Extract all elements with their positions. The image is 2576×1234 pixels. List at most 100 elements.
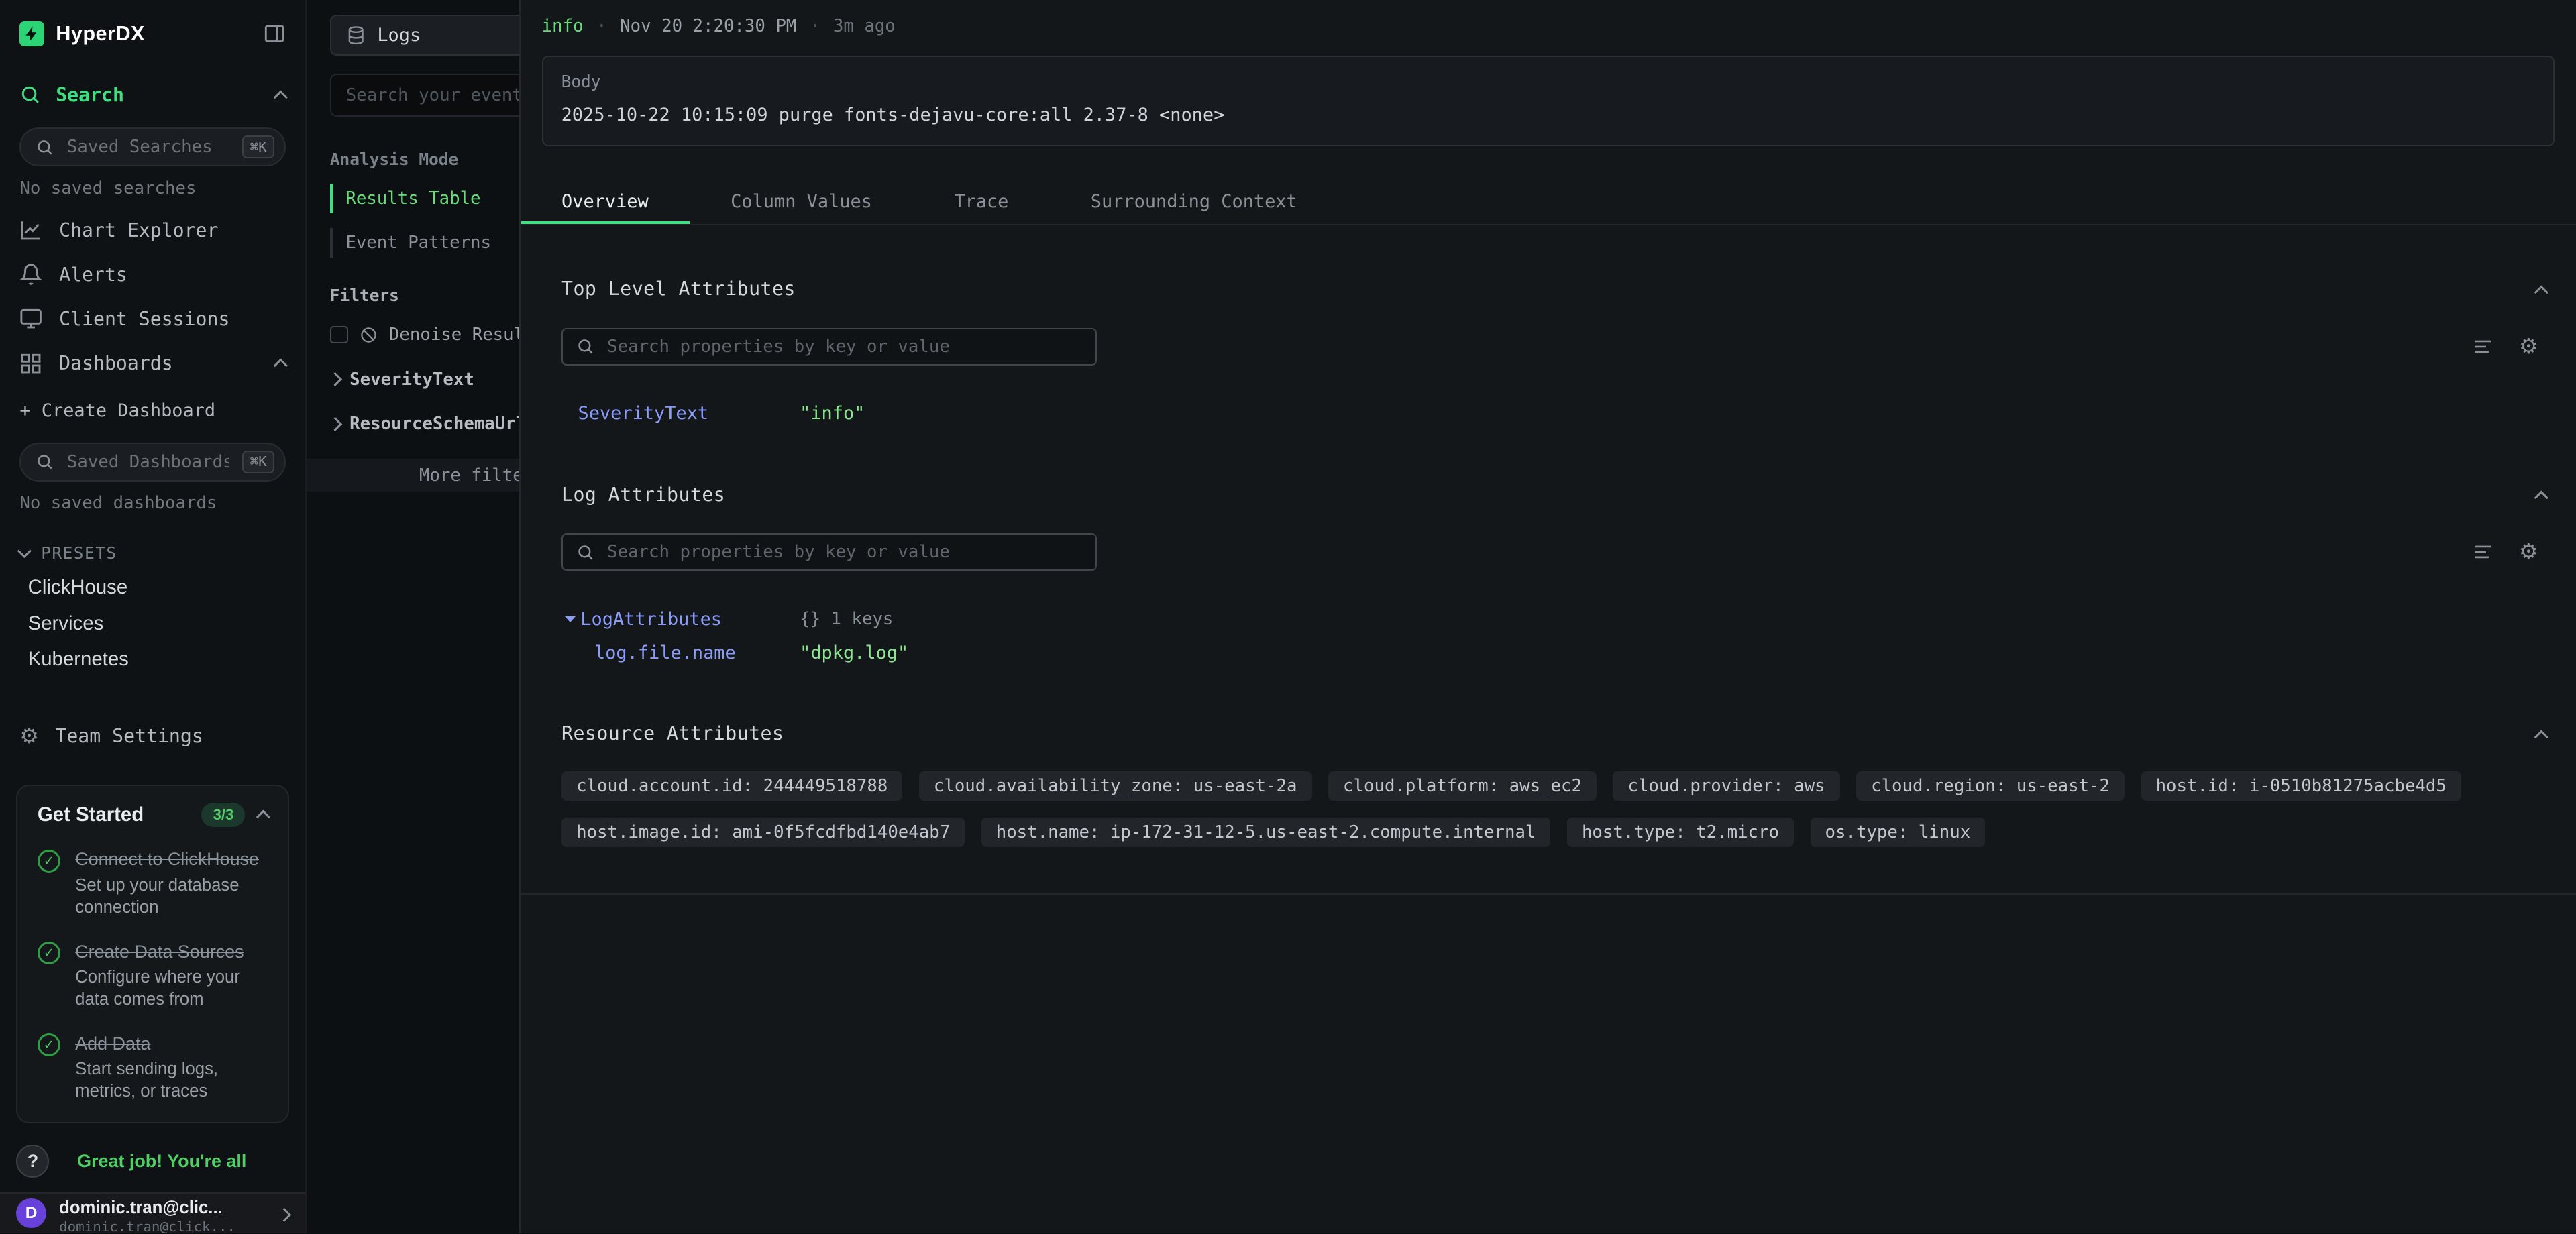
saved-searches-input[interactable] — [64, 135, 232, 159]
property-search[interactable] — [561, 328, 1097, 366]
denoise-label: Denoise Resul — [389, 325, 519, 345]
preset-item-services[interactable]: Services — [0, 605, 305, 641]
resource-pill[interactable]: os.type: linux — [1811, 818, 1986, 848]
property-search-input[interactable] — [604, 335, 1083, 358]
brand-name: HyperDX — [56, 22, 251, 46]
resource-pill[interactable]: cloud.availability_zone: us-east-2a — [919, 771, 1312, 801]
filter-group-label: ResourceSchemaUrl — [350, 414, 519, 434]
get-started-footer-text: Great job! You're all — [77, 1151, 246, 1172]
presets-label: PRESETS — [41, 543, 117, 563]
sidebar-item-team-settings[interactable]: ⚙ Team Settings — [0, 714, 305, 759]
presets-toggle[interactable]: PRESETS — [0, 523, 305, 569]
sidebar-item-client-sessions[interactable]: Client Sessions — [0, 297, 305, 341]
saved-searches-search[interactable]: ⌘K — [19, 127, 286, 167]
gear-icon[interactable]: ⚙ — [2519, 336, 2538, 357]
sidebar-item-dashboards[interactable]: Dashboards — [0, 341, 305, 386]
get-started-footer-row: ? Great job! You're all — [0, 1123, 305, 1187]
saved-dashboards-input[interactable] — [64, 451, 232, 474]
get-started-title: Get Started — [38, 803, 189, 826]
property-search[interactable] — [561, 533, 1097, 571]
get-started-header[interactable]: Get Started 3/3 — [38, 803, 268, 827]
attribute-value[interactable]: "dpkg.log" — [800, 642, 2555, 663]
attribute-tree-root[interactable]: LogAttributes {} 1 keys — [561, 602, 2555, 636]
preset-item-clickhouse[interactable]: ClickHouse — [0, 569, 305, 605]
event-search-input[interactable] — [330, 74, 519, 117]
search-icon — [36, 138, 54, 156]
nav-label: Client Sessions — [59, 308, 229, 330]
event-timestamp: Nov 20 2:20:30 PM — [620, 16, 796, 36]
attribute-row[interactable]: SeverityText "info" — [561, 397, 2555, 431]
bell-icon — [19, 263, 42, 286]
body-text: 2025-10-22 10:15:09 purge fonts-dejavu-c… — [561, 105, 2536, 125]
search-filter-panel: Logs Analysis Mode Results Table Event P… — [305, 0, 519, 1233]
hyperdx-logo-icon — [19, 21, 44, 46]
get-started-item[interactable]: ✓ Create Data Sources Configure where yo… — [38, 940, 268, 1011]
filter-group-severitytext[interactable]: SeverityText — [330, 370, 519, 390]
detail-tabs: Overview Column Values Trace Surrounding… — [521, 182, 2576, 225]
resource-pill[interactable]: host.name: ip-172-31-12-5.us-east-2.comp… — [981, 818, 1551, 848]
top-level-attributes-section: Top Level Attributes ⚙ — [521, 278, 2576, 431]
sidebar-item-chart-explorer[interactable]: Chart Explorer — [0, 208, 305, 252]
root-key-label[interactable]: LogAttributes — [580, 609, 722, 630]
separator-dot: · — [810, 16, 820, 36]
app-window: HyperDX Search ⌘K No saved searches — [0, 0, 2576, 1233]
resource-pill[interactable]: host.id: i-0510b81275acbe4d5 — [2141, 771, 2461, 801]
separator-dot: · — [596, 16, 606, 36]
resource-pill[interactable]: cloud.provider: aws — [1613, 771, 1839, 801]
filter-group-resourceschemaurl[interactable]: ResourceSchemaUrl — [330, 414, 519, 434]
tab-surrounding-context[interactable]: Surrounding Context — [1050, 182, 1338, 224]
sidebar-item-alerts[interactable]: Alerts — [0, 252, 305, 296]
sidebar-section-search[interactable]: Search — [0, 72, 305, 117]
mode-results-table[interactable]: Results Table — [330, 184, 519, 213]
attribute-key[interactable]: SeverityText — [561, 403, 800, 424]
mode-event-patterns[interactable]: Event Patterns — [330, 228, 519, 258]
attribute-value[interactable]: "info" — [800, 403, 2555, 424]
denoise-results-toggle[interactable]: Denoise Resul — [330, 325, 519, 345]
check-circle-icon: ✓ — [38, 850, 60, 873]
severity-badge: info — [542, 16, 584, 36]
line-wrap-icon[interactable] — [2473, 336, 2494, 357]
get-started-item[interactable]: ✓ Connect to ClickHouse Set up your data… — [38, 848, 268, 918]
saved-dashboards-search[interactable]: ⌘K — [19, 443, 286, 482]
search-icon — [19, 84, 41, 105]
resource-pill[interactable]: host.type: t2.micro — [1567, 818, 1794, 848]
tab-overview[interactable]: Overview — [521, 182, 690, 224]
resource-pill[interactable]: cloud.account.id: 244449518788 — [561, 771, 902, 801]
source-selector-button[interactable]: Logs — [330, 15, 519, 56]
attribute-key[interactable]: log.file.name — [561, 642, 800, 663]
filters-label: Filters — [330, 286, 519, 305]
user-texts: dominic.tran@clic... dominic.tran@click.… — [59, 1198, 266, 1233]
attribute-row[interactable]: log.file.name "dpkg.log" — [561, 636, 2555, 671]
nav-label: Dashboards — [59, 352, 260, 374]
resource-attributes-section: Resource Attributes cloud.account.id: 24… — [521, 722, 2576, 847]
create-dashboard-button[interactable]: + Create Dashboard — [0, 386, 305, 433]
search-icon — [576, 337, 594, 355]
chevron-right-icon — [328, 417, 342, 431]
resource-pill[interactable]: cloud.region: us-east-2 — [1856, 771, 2125, 801]
help-button[interactable]: ? — [16, 1145, 49, 1178]
nav-label: Chart Explorer — [59, 219, 218, 241]
denoise-checkbox[interactable] — [330, 326, 348, 344]
user-menu[interactable]: D dominic.tran@clic... dominic.tran@clic… — [0, 1192, 305, 1233]
property-search-input[interactable] — [604, 541, 1083, 564]
collapse-sidebar-icon[interactable] — [263, 22, 286, 45]
more-filters-button[interactable]: More filte — [307, 459, 519, 492]
check-circle-icon: ✓ — [38, 942, 60, 964]
preset-item-kubernetes[interactable]: Kubernetes — [0, 641, 305, 677]
line-wrap-icon[interactable] — [2473, 541, 2494, 563]
search-icon — [36, 453, 54, 471]
source-label: Logs — [377, 25, 421, 46]
tab-column-values[interactable]: Column Values — [690, 182, 913, 224]
chevron-up-icon — [274, 359, 288, 373]
body-label: Body — [561, 72, 2536, 91]
chevron-up-icon — [256, 810, 270, 824]
resource-pill[interactable]: host.image.id: ami-0f5fcdfbd140e4ab7 — [561, 818, 965, 848]
user-name: dominic.tran@clic... — [59, 1198, 266, 1218]
nav-label: Alerts — [59, 264, 127, 286]
resource-pill[interactable]: cloud.platform: aws_ec2 — [1328, 771, 1597, 801]
filter-group-label: SeverityText — [350, 370, 474, 390]
get-started-item[interactable]: ✓ Add Data Start sending logs, metrics, … — [38, 1032, 268, 1103]
gear-icon[interactable]: ⚙ — [2519, 541, 2538, 563]
gear-icon: ⚙ — [19, 726, 39, 747]
tab-trace[interactable]: Trace — [913, 182, 1049, 224]
